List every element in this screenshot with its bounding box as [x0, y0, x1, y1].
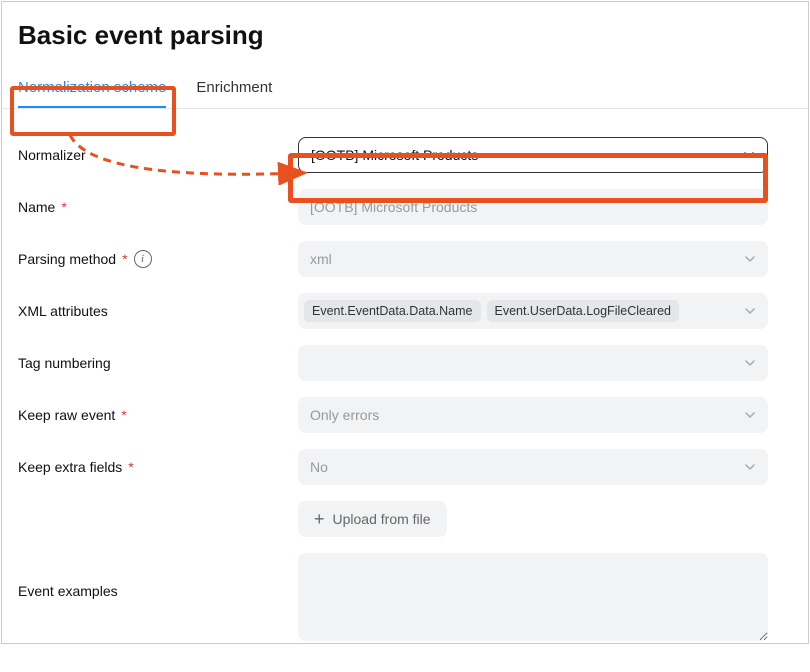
row-tag-numbering: Tag numbering — [18, 345, 768, 381]
name-value: [OOTB] Microsoft Products — [310, 199, 477, 215]
normalizer-select[interactable]: [OOTB] Microsoft Products — [298, 137, 768, 173]
parsing-method-select[interactable]: xml — [298, 241, 768, 277]
keep-extra-fields-value: No — [310, 459, 328, 475]
info-icon[interactable]: i — [134, 250, 152, 268]
label-keep-raw-event-text: Keep raw event — [18, 407, 115, 423]
required-asterisk: * — [61, 199, 66, 215]
label-name: Name * — [18, 199, 298, 215]
label-keep-extra-fields: Keep extra fields * — [18, 459, 298, 475]
xml-attributes-select[interactable]: Event.EventData.Data.Name Event.UserData… — [298, 293, 768, 329]
chip-xml-attr-2[interactable]: Event.UserData.LogFileCleared — [487, 300, 679, 322]
keep-raw-event-value: Only errors — [310, 407, 379, 423]
chevron-down-icon — [744, 305, 756, 317]
row-keep-extra-fields: Keep extra fields * No — [18, 449, 768, 485]
label-normalizer: Normalizer — [18, 147, 298, 163]
row-event-examples: Event examples — [18, 553, 768, 646]
upload-from-file-button[interactable]: + Upload from file — [298, 501, 447, 537]
label-xml-attributes: XML attributes — [18, 303, 298, 319]
chip-xml-attr-1[interactable]: Event.EventData.Data.Name — [304, 300, 481, 322]
name-input[interactable]: [OOTB] Microsoft Products — [298, 189, 768, 225]
required-asterisk: * — [121, 407, 126, 423]
keep-raw-event-select[interactable]: Only errors — [298, 397, 768, 433]
keep-extra-fields-select[interactable]: No — [298, 449, 768, 485]
chevron-down-icon — [743, 149, 755, 161]
row-xml-attributes: XML attributes Event.EventData.Data.Name… — [18, 293, 768, 329]
tab-enrichment[interactable]: Enrichment — [196, 65, 272, 108]
chevron-down-icon — [744, 461, 756, 473]
label-keep-extra-fields-text: Keep extra fields — [18, 459, 122, 475]
page-title: Basic event parsing — [2, 2, 808, 65]
chevron-down-icon — [744, 357, 756, 369]
tag-numbering-select[interactable] — [298, 345, 768, 381]
active-tab-underline — [18, 106, 166, 108]
chevron-down-icon — [744, 409, 756, 421]
label-event-examples: Event examples — [18, 553, 298, 599]
row-keep-raw-event: Keep raw event * Only errors — [18, 397, 768, 433]
label-keep-raw-event: Keep raw event * — [18, 407, 298, 423]
parsing-method-value: xml — [310, 251, 332, 267]
upload-button-label: Upload from file — [333, 511, 431, 527]
label-tag-numbering: Tag numbering — [18, 355, 298, 371]
event-examples-textarea[interactable] — [298, 553, 768, 641]
xml-attribute-chips: Event.EventData.Data.Name Event.UserData… — [304, 300, 744, 322]
normalizer-value: [OOTB] Microsoft Products — [311, 147, 478, 163]
row-parsing-method: Parsing method * i xml — [18, 241, 768, 277]
row-upload: + Upload from file — [18, 501, 768, 537]
row-name: Name * [OOTB] Microsoft Products — [18, 189, 768, 225]
tab-bar: Normalization scheme Enrichment — [2, 65, 808, 109]
required-asterisk: * — [122, 251, 127, 267]
chevron-down-icon — [744, 253, 756, 265]
row-normalizer: Normalizer [OOTB] Microsoft Products — [18, 137, 768, 173]
label-parsing-method: Parsing method * i — [18, 250, 298, 268]
label-name-text: Name — [18, 199, 55, 215]
plus-icon: + — [314, 510, 325, 528]
form-body: Normalizer [OOTB] Microsoft Products Nam… — [2, 109, 808, 672]
label-parsing-method-text: Parsing method — [18, 251, 116, 267]
tab-normalization-scheme[interactable]: Normalization scheme — [18, 65, 166, 108]
required-asterisk: * — [128, 459, 133, 475]
form-dialog: Basic event parsing Normalization scheme… — [1, 1, 809, 644]
